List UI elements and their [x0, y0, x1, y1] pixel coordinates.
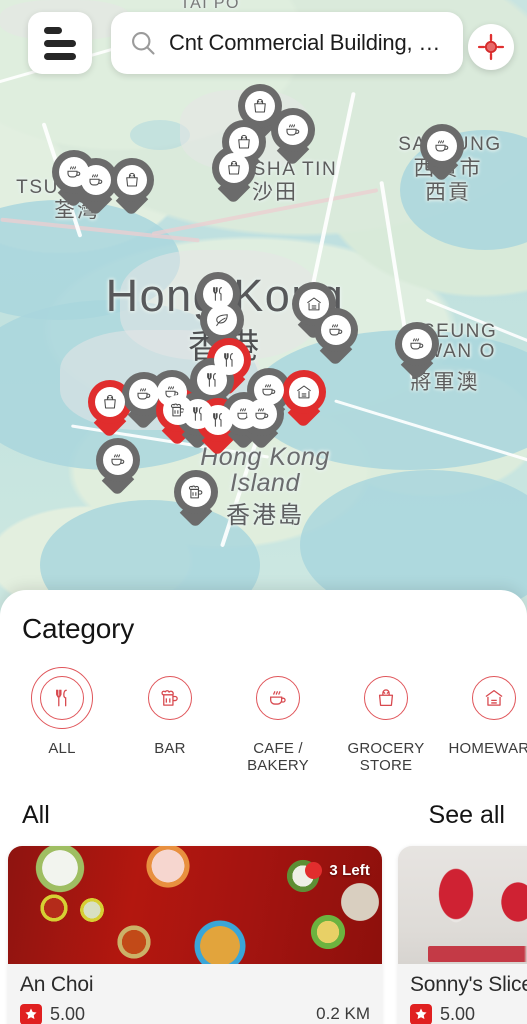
venue-thumbnail: 3 Left — [8, 845, 382, 964]
venue-card[interactable]: 3 Left An Choi 5.00 0.2 KM — [8, 845, 382, 1024]
category-row[interactable]: ALL BAR CAFE / BAKERY GROCERY STORE HOME… — [8, 645, 527, 775]
grocery-bag-icon — [245, 91, 275, 121]
category-label: GROCERY STORE — [347, 740, 425, 775]
grocery-bag-icon — [219, 153, 249, 183]
venue-rating-value: 5.00 — [50, 1003, 86, 1024]
category-item-all[interactable]: ALL — [8, 667, 116, 757]
sonnys-pizza-storefront-photo — [398, 845, 527, 964]
map-pin-homeware[interactable] — [282, 370, 326, 429]
map-discovery-screen: TAI PO TSUEN WAN 荃灣 SHA TIN 沙田 SAI KUNG … — [0, 0, 527, 1024]
grocery-bag-icon — [95, 387, 125, 417]
venue-meta: 5.00 — [410, 1003, 527, 1024]
hamburger-menu-icon[interactable] — [28, 12, 92, 74]
category-icon-ring — [31, 667, 93, 729]
menu-bar-3 — [44, 52, 76, 60]
stock-badge-label: 3 Left — [329, 862, 370, 879]
homeware-icon — [289, 377, 319, 407]
cafe-cup-icon — [427, 131, 457, 161]
cafe-cup-icon — [278, 115, 308, 145]
map-pin-cafe-cup[interactable] — [395, 322, 439, 381]
category-item-grocery-store[interactable]: GROCERY STORE — [332, 667, 440, 775]
bottom-sheet: Category ALL BAR CAFE / BAKERY GROCERY S… — [0, 590, 527, 1024]
section-title: All — [22, 800, 50, 829]
restaurant-icon — [197, 365, 227, 395]
restaurant-cutlery-icon — [40, 676, 84, 720]
grocery-bag-icon — [364, 676, 408, 720]
cafe-cup-icon — [129, 379, 159, 409]
cafe-cup-icon — [103, 445, 133, 475]
cafe-cup-icon — [402, 329, 432, 359]
venue-rating-value: 5.00 — [440, 1003, 476, 1024]
category-icon-ring — [355, 667, 417, 729]
cafe-cup-icon — [256, 676, 300, 720]
search-icon — [129, 29, 157, 57]
category-icon-ring — [139, 667, 201, 729]
venue-card-list[interactable]: 3 Left An Choi 5.00 0.2 KM Sonny's Slice 5.00 — [0, 830, 527, 1024]
bar-beer-icon — [181, 477, 211, 507]
category-item-cafe-bakery[interactable]: CAFE / BAKERY — [224, 667, 332, 775]
map-pin-cafe-cup[interactable] — [271, 108, 315, 167]
venue-info: An Choi 5.00 0.2 KM — [8, 963, 382, 1024]
cafe-cup-icon — [81, 165, 111, 195]
venue-name: An Choi — [20, 972, 94, 996]
venue-distance: 0.2 KM — [316, 1004, 370, 1023]
search-bar[interactable]: Cnt Commercial Building, 302... — [111, 12, 463, 74]
homeware-icon — [299, 289, 329, 319]
category-icon-ring — [247, 667, 309, 729]
my-location-crosshair-icon[interactable] — [468, 24, 514, 70]
menu-bar-1 — [44, 26, 62, 34]
venue-meta: 5.00 0.2 KM — [20, 1003, 370, 1024]
category-icon-ring — [463, 667, 525, 729]
bar-beer-icon — [148, 676, 192, 720]
leaf-icon — [207, 305, 237, 335]
grocery-bag-icon — [117, 165, 147, 195]
venue-rating: 5.00 — [20, 1003, 86, 1024]
map-pin-cafe-cup[interactable] — [96, 438, 140, 497]
category-item-homeware[interactable]: HOMEWARE — [440, 667, 527, 757]
star-icon — [20, 1003, 42, 1024]
map-pin-cafe-cup[interactable] — [420, 124, 464, 183]
homeware-house-icon — [472, 676, 516, 720]
venue-name: Sonny's Slice — [410, 972, 527, 996]
cafe-cup-icon — [321, 315, 351, 345]
map-pin-bar-beer[interactable] — [174, 470, 218, 529]
search-input[interactable]: Cnt Commercial Building, 302... — [169, 30, 449, 56]
venue-thumbnail — [398, 845, 527, 964]
map-canvas[interactable]: TAI PO TSUEN WAN 荃灣 SHA TIN 沙田 SAI KUNG … — [0, 0, 527, 620]
cafe-cup-icon — [247, 399, 277, 429]
star-icon — [410, 1003, 432, 1024]
category-label: BAR — [154, 740, 186, 757]
venue-info: Sonny's Slice 5.00 — [398, 963, 527, 1024]
category-label: HOMEWARE — [448, 740, 527, 757]
venue-rating: 5.00 — [410, 1003, 476, 1024]
category-heading: Category — [22, 613, 135, 644]
category-label: ALL — [48, 740, 76, 757]
stock-dot-icon — [305, 862, 323, 879]
menu-bar-2 — [44, 39, 76, 47]
see-all-link[interactable]: See all — [429, 801, 505, 830]
category-item-bar[interactable]: BAR — [116, 667, 224, 757]
category-label: CAFE / BAKERY — [247, 740, 309, 775]
section-header: All See all — [0, 775, 527, 830]
map-pin-grocery-bag[interactable] — [110, 158, 154, 217]
venue-card[interactable]: Sonny's Slice 5.00 — [398, 845, 527, 1024]
top-bar: Cnt Commercial Building, 302... — [0, 8, 527, 74]
stock-badge: 3 Left — [299, 858, 382, 884]
